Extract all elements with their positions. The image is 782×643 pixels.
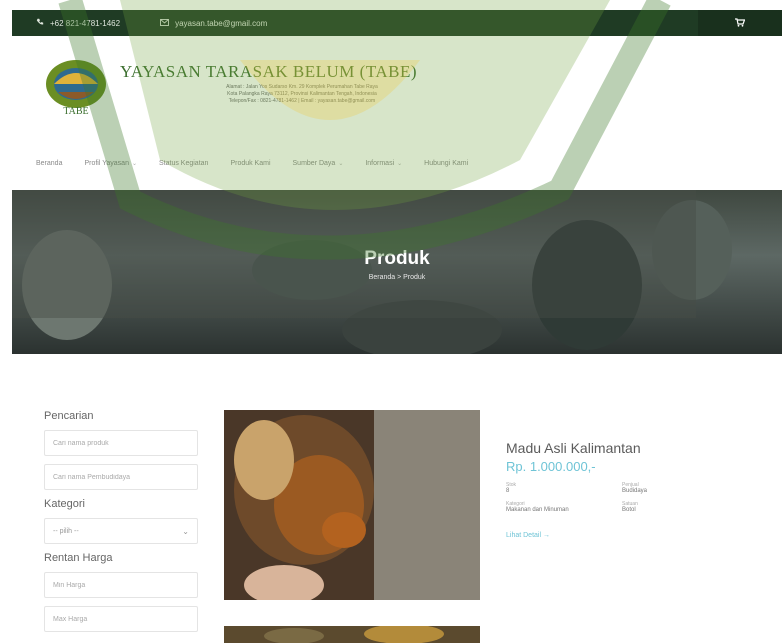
- nav-item-produk-kami[interactable]: Produk Kami: [230, 160, 270, 167]
- nav-item-hubungi-kami[interactable]: Hubungi Kami: [424, 160, 468, 167]
- contact-phone[interactable]: +62 821-4781-1462: [36, 18, 120, 28]
- logo[interactable]: TABE: [38, 54, 114, 120]
- address-line: Alamat : Jalan Yos Sudarso Km. 29 Komple…: [226, 84, 378, 90]
- nav-label: Produk Kami: [230, 160, 271, 167]
- breadcrumb[interactable]: Beranda > Produk: [12, 274, 782, 281]
- hero-banner: Produk Beranda > Produk: [12, 190, 782, 354]
- top-bar: +62 821-4781-1462 yayasan.tabe@gmail.com: [12, 10, 782, 36]
- main-nav: Beranda Profil Yayasan ⌄ Status Kegiatan …: [36, 160, 468, 167]
- product-info: Madu Asli Kalimantan Rp. 1.000.000,- Sto…: [506, 440, 756, 539]
- nav-item-informasi[interactable]: Informasi ⌄: [365, 160, 402, 167]
- search-seller-input[interactable]: [44, 464, 198, 490]
- nav-label: Sumber Daya: [292, 160, 336, 167]
- address-line: Telepon/Fax : 0821-4781-1462 | Email : y…: [228, 98, 376, 104]
- meta-value: Botol: [622, 507, 636, 513]
- nav-label: Status Kegiatan: [159, 160, 209, 167]
- chevron-down-icon: ⌄: [397, 161, 403, 167]
- product-meta: Stok 8 Penjual Budidaya Kategori Makanan…: [506, 482, 756, 514]
- category-heading: Kategori: [44, 498, 85, 510]
- address-line: Kota Palangka Raya 73112, Provinsi Kalim…: [227, 91, 377, 97]
- chevron-down-icon: ⌄: [182, 526, 189, 536]
- brand-address: Alamat : Jalan Yos Sudarso Km. 29 Komple…: [132, 84, 472, 105]
- phone-text: +62 821-4781-1462: [50, 18, 121, 28]
- meta-value: Makanan dan Minuman: [506, 507, 569, 513]
- page-title: Produk: [364, 248, 430, 269]
- phone-icon: [36, 18, 44, 28]
- product-price: Rp. 1.000.000,-: [506, 459, 596, 474]
- nav-item-status-kegiatan[interactable]: Status Kegiatan: [159, 160, 208, 167]
- search-product-input[interactable]: [44, 430, 198, 456]
- meta-value: 8: [506, 488, 510, 494]
- nav-label: Hubungi Kami: [424, 160, 469, 167]
- view-detail-link[interactable]: Lihat Detail →: [506, 532, 756, 539]
- meta-item: Penjual Budidaya: [622, 482, 738, 495]
- nav-item-sumber-daya[interactable]: Sumber Daya ⌄: [293, 160, 344, 167]
- contact-email[interactable]: yayasan.tabe@gmail.com: [160, 18, 268, 28]
- category-select[interactable]: -- pilih -- ⌄: [44, 518, 198, 544]
- product-image[interactable]: [224, 626, 480, 643]
- cart-icon: [735, 14, 746, 32]
- nav-label: Informasi: [365, 160, 395, 167]
- nav-item-profil-yayasan[interactable]: Profil Yayasan ⌄: [84, 160, 137, 167]
- chevron-down-icon: ⌄: [131, 161, 137, 167]
- email-text: yayasan.tabe@gmail.com: [175, 18, 268, 28]
- meta-item: Stok 8: [506, 482, 622, 495]
- logo-text: TABE: [63, 106, 89, 117]
- brand-name: YAYASAN TARASAK BELUM (TABE): [120, 62, 417, 81]
- meta-value: Budidaya: [622, 488, 648, 494]
- product-name[interactable]: Madu Asli Kalimantan: [506, 440, 756, 456]
- mail-icon: [160, 18, 169, 28]
- search-heading: Pencarian: [44, 410, 94, 422]
- min-price-input[interactable]: [44, 572, 198, 598]
- chevron-down-icon: ⌄: [338, 161, 344, 167]
- meta-item: Satuan Botol: [622, 501, 738, 514]
- brand-header: TABE YAYASAN TARASAK BELUM (TABE) Alamat…: [38, 48, 558, 128]
- price-range-heading: Rentan Harga: [44, 552, 113, 564]
- product-image[interactable]: [224, 410, 480, 600]
- meta-item: Kategori Makanan dan Minuman: [506, 501, 622, 514]
- cart-button[interactable]: [698, 10, 782, 36]
- nav-label: Profil Yayasan: [84, 160, 129, 167]
- nav-item-beranda[interactable]: Beranda: [36, 160, 62, 167]
- category-select-value: -- pilih --: [53, 527, 79, 535]
- max-price-input[interactable]: [44, 606, 198, 632]
- nav-label: Beranda: [36, 160, 63, 167]
- filter-sidebar: Pencarian Kategori -- pilih -- ⌄ Rentan …: [44, 410, 204, 640]
